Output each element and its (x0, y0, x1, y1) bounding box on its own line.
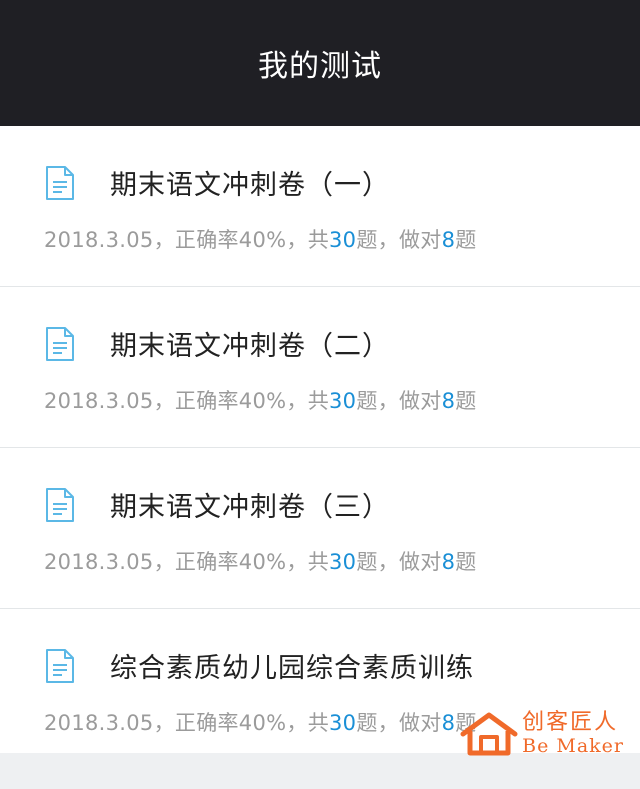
item-date: 2018.3.05 (44, 550, 154, 574)
meta-separator: ， (377, 550, 399, 574)
test-list: 期末语文冲刺卷（一） 2018.3.05，正确率40%，共30题，做对8题 期末… (0, 126, 640, 753)
watermark-cn: 创客匠人 (522, 710, 619, 735)
document-icon (46, 326, 74, 361)
meta-separator: ， (153, 228, 175, 252)
item-correct-count: 8 (441, 550, 456, 574)
item-total-count: 30 (329, 550, 357, 574)
page-title: 我的测试 (258, 49, 382, 84)
document-icon (46, 487, 74, 522)
item-accuracy: 正确率40% (174, 550, 287, 574)
item-accuracy: 正确率40% (174, 389, 287, 413)
item-meta: 2018.3.05，正确率40%，共30题，做对8题 (44, 707, 477, 737)
meta-separator: ， (153, 711, 175, 735)
meta-separator: ， (286, 228, 308, 252)
meta-separator: ， (286, 389, 308, 413)
total-prefix: 共 (307, 550, 329, 574)
item-title: 期末语文冲刺卷（二） (110, 331, 390, 362)
meta-separator: ， (377, 228, 399, 252)
item-meta: 2018.3.05，正确率40%，共30题，做对8题 (44, 546, 477, 576)
item-date: 2018.3.05 (44, 711, 154, 735)
item-accuracy: 正确率40% (174, 228, 287, 252)
item-correct-count: 8 (441, 389, 456, 413)
meta-separator: ， (377, 711, 399, 735)
document-icon (46, 165, 74, 200)
total-prefix: 共 (307, 228, 329, 252)
item-title: 期末语文冲刺卷（一） (110, 170, 390, 201)
total-suffix: 题 (356, 389, 378, 413)
test-item-1[interactable]: 期末语文冲刺卷（一） 2018.3.05，正确率40%，共30题，做对8题 (0, 126, 640, 287)
document-icon (46, 648, 74, 683)
correct-prefix: 做对 (398, 550, 442, 574)
test-item-2[interactable]: 期末语文冲刺卷（二） 2018.3.05，正确率40%，共30题，做对8题 (0, 287, 640, 448)
item-date: 2018.3.05 (44, 228, 154, 252)
item-correct-count: 8 (441, 228, 456, 252)
item-total-count: 30 (329, 389, 357, 413)
item-total-count: 30 (329, 711, 357, 735)
item-accuracy: 正确率40% (174, 711, 287, 735)
item-title-row: 综合素质幼儿园综合素质训练 (44, 646, 474, 685)
item-title-row: 期末语文冲刺卷（三） (44, 485, 390, 524)
app-header: 我的测试 (0, 0, 640, 126)
item-title: 综合素质幼儿园综合素质训练 (110, 653, 474, 684)
total-suffix: 题 (356, 228, 378, 252)
meta-separator: ， (286, 550, 308, 574)
item-meta: 2018.3.05，正确率40%，共30题，做对8题 (44, 224, 477, 254)
item-title-row: 期末语文冲刺卷（二） (44, 324, 390, 363)
meta-separator: ， (153, 389, 175, 413)
correct-prefix: 做对 (398, 711, 442, 735)
house-logo-icon (460, 712, 518, 756)
meta-separator: ， (153, 550, 175, 574)
total-suffix: 题 (356, 711, 378, 735)
correct-suffix: 题 (455, 550, 477, 574)
meta-separator: ， (377, 389, 399, 413)
watermark: 创客匠人 Be Maker (460, 712, 624, 756)
total-prefix: 共 (307, 389, 329, 413)
correct-prefix: 做对 (398, 389, 442, 413)
watermark-en: Be Maker (522, 735, 624, 757)
meta-separator: ， (286, 711, 308, 735)
item-correct-count: 8 (441, 711, 456, 735)
watermark-text: 创客匠人 Be Maker (522, 712, 624, 756)
correct-suffix: 题 (455, 389, 477, 413)
item-total-count: 30 (329, 228, 357, 252)
correct-prefix: 做对 (398, 228, 442, 252)
item-title: 期末语文冲刺卷（三） (110, 492, 390, 523)
total-prefix: 共 (307, 711, 329, 735)
item-date: 2018.3.05 (44, 389, 154, 413)
test-item-3[interactable]: 期末语文冲刺卷（三） 2018.3.05，正确率40%，共30题，做对8题 (0, 448, 640, 609)
total-suffix: 题 (356, 550, 378, 574)
item-meta: 2018.3.05，正确率40%，共30题，做对8题 (44, 385, 477, 415)
correct-suffix: 题 (455, 228, 477, 252)
item-title-row: 期末语文冲刺卷（一） (44, 163, 390, 202)
